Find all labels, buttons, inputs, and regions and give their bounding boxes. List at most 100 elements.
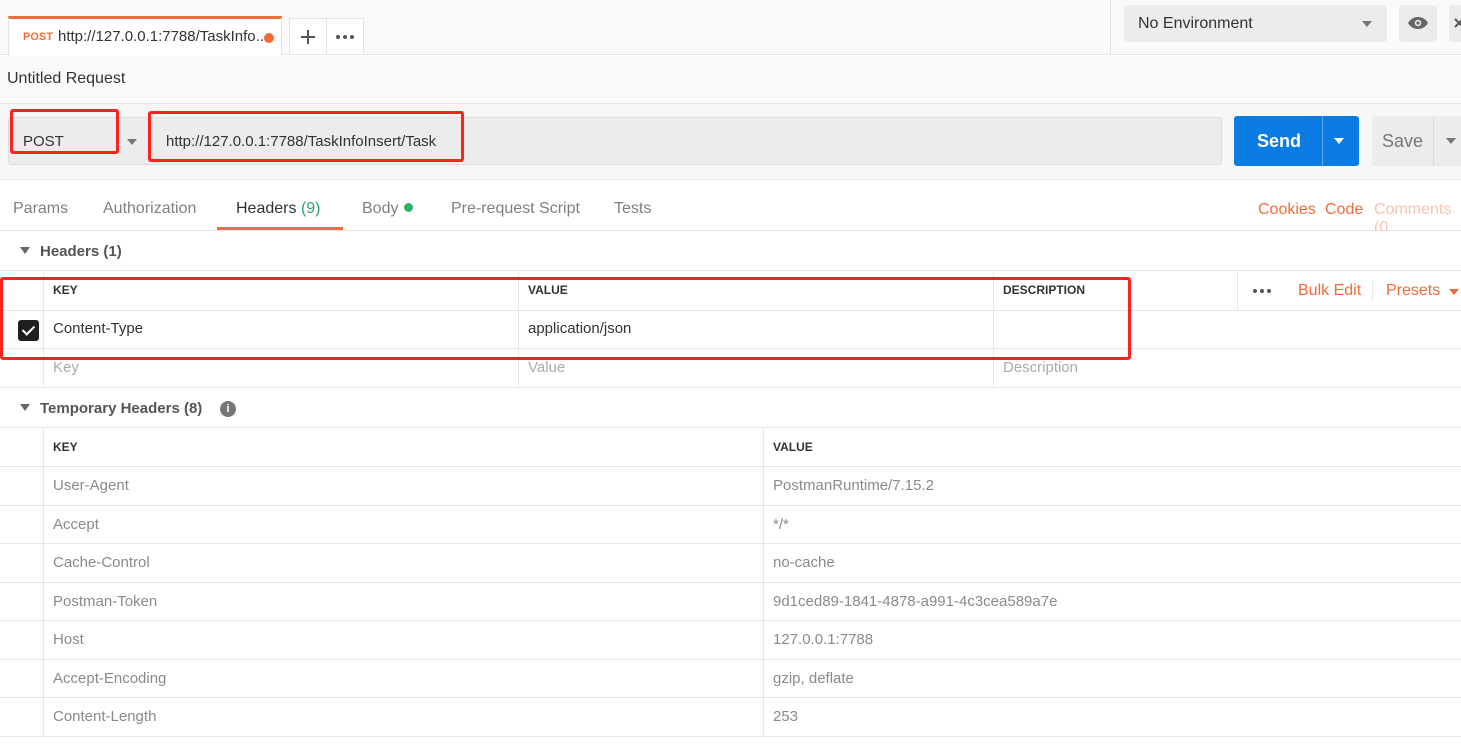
bulk-edit-link[interactable]: Bulk Edit <box>1298 282 1361 300</box>
save-options-chevron-icon[interactable] <box>1446 138 1456 144</box>
save-label: Save <box>1382 131 1424 151</box>
header-actions: Bulk Edit Presets <box>1237 271 1461 310</box>
table-row: Content-Type application/json <box>0 311 1461 349</box>
collapse-caret-icon <box>20 404 30 411</box>
request-tabs: Params Authorization Headers (9) Body Pr… <box>0 180 1461 236</box>
tab-authorization[interactable]: Authorization <box>103 200 196 218</box>
headers-section-title: Headers (1) <box>40 243 122 260</box>
url-value: http://127.0.0.1:7788/TaskInfoInsert/Tas… <box>166 133 437 150</box>
tab-more-button[interactable] <box>326 18 364 54</box>
info-icon[interactable]: i <box>220 401 236 417</box>
eye-icon <box>1408 17 1428 29</box>
header-value-column: VALUE <box>518 271 994 310</box>
table-row: Content-Length 253 <box>0 698 1461 737</box>
tab-body[interactable]: Body <box>362 200 414 218</box>
new-tab-button[interactable] <box>289 18 327 54</box>
send-divider <box>1322 116 1323 166</box>
method-value: POST <box>23 133 64 150</box>
row-value: application/json <box>528 320 632 337</box>
presets-link[interactable]: Presets <box>1386 282 1440 300</box>
plus-icon <box>301 30 315 44</box>
temp-value: */* <box>773 515 789 533</box>
code-link[interactable]: Code <box>1325 201 1363 219</box>
temp-key-column-label: KEY <box>53 440 78 454</box>
temp-value-cell: no-cache <box>763 544 1461 582</box>
description-column-label: DESCRIPTION <box>1003 283 1086 297</box>
temp-key-cell: Cache-Control <box>43 544 764 582</box>
header-key-column: KEY <box>43 271 519 310</box>
ellipsis-icon[interactable] <box>1252 288 1272 294</box>
temp-key-cell: Content-Length <box>43 698 764 736</box>
table-row: User-Agent PostmanRuntime/7.15.2 <box>0 467 1461 506</box>
description-placeholder: Description <box>1003 359 1079 376</box>
temp-headers-column-header: KEY VALUE <box>0 428 1461 467</box>
description-input[interactable]: Description <box>993 349 1461 387</box>
temp-value: 127.0.0.1:7788 <box>773 631 874 648</box>
row-value-cell[interactable]: application/json <box>518 311 994 348</box>
environment-select[interactable]: No Environment <box>1124 5 1387 42</box>
temp-value-column-label: VALUE <box>773 440 813 454</box>
presets-chevron-icon[interactable] <box>1449 289 1459 295</box>
temp-value: no-cache <box>773 554 835 571</box>
tab-url-label: http://127.0.0.1:7788/TaskInfo... <box>58 28 269 45</box>
temp-value-cell: 253 <box>763 698 1461 736</box>
temp-key-cell: Postman-Token <box>43 582 764 620</box>
key-placeholder: Key <box>53 359 79 376</box>
request-tab[interactable]: POST http://127.0.0.1:7788/TaskInfo... <box>8 16 282 55</box>
temp-key-cell: Host <box>43 621 764 659</box>
environment-settings-button[interactable] <box>1449 5 1461 42</box>
table-row: Accept-Encoding gzip, deflate <box>0 659 1461 698</box>
temp-value: gzip, deflate <box>773 669 854 687</box>
temp-key-cell: Accept-Encoding <box>43 659 764 697</box>
headers-section-toggle[interactable]: Headers (1) <box>0 231 1461 271</box>
temp-key: Accept <box>53 515 99 533</box>
table-row: Host 127.0.0.1:7788 <box>0 621 1461 660</box>
send-label: Send <box>1257 131 1302 151</box>
temp-key-cell: Accept <box>43 505 764 543</box>
tab-params[interactable]: Params <box>13 200 68 218</box>
temp-key: Host <box>53 631 84 648</box>
temp-value: 9d1ced89-1841-4878-a991-4c3cea589a7e <box>773 592 1058 610</box>
value-column-label: VALUE <box>528 283 568 297</box>
ellipsis-icon <box>336 35 354 39</box>
row-key: Content-Type <box>53 320 144 337</box>
save-button[interactable]: Save <box>1372 116 1461 166</box>
unsaved-dot-icon <box>264 33 274 43</box>
url-input[interactable]: http://127.0.0.1:7788/TaskInfoInsert/Tas… <box>148 117 1222 165</box>
headers-column-header: KEY VALUE DESCRIPTION Bulk Edit Presets <box>0 271 1461 311</box>
method-select[interactable]: POST <box>8 117 148 165</box>
request-name[interactable]: Untitled Request <box>7 70 125 88</box>
tab-headers[interactable]: Headers (9) <box>236 200 321 218</box>
tab-tests[interactable]: Tests <box>614 200 651 218</box>
body-status-dot-icon <box>404 203 414 212</box>
tab-method-label: POST <box>23 31 53 43</box>
row-enabled-checkbox[interactable] <box>18 320 39 341</box>
value-input[interactable]: Value <box>518 349 994 387</box>
temp-headers-section-toggle[interactable]: Temporary Headers (8) i <box>0 388 1461 428</box>
headers-count-badge: (9) <box>300 200 321 217</box>
environment-selected: No Environment <box>1138 15 1253 32</box>
value-placeholder: Value <box>528 359 566 376</box>
tab-headers-label: Headers <box>236 200 297 217</box>
temp-value-cell: 9d1ced89-1841-4878-a991-4c3cea589a7e <box>763 582 1461 620</box>
temp-key: User-Agent <box>53 477 129 494</box>
collapse-caret-icon <box>20 247 30 254</box>
environment-quick-look-button[interactable] <box>1399 5 1437 42</box>
key-input[interactable]: Key <box>43 349 519 387</box>
key-column-label: KEY <box>53 283 78 297</box>
temp-value: PostmanRuntime/7.15.2 <box>773 477 934 494</box>
temp-key-column: KEY <box>43 428 764 466</box>
temp-headers-section-title: Temporary Headers (8) <box>40 400 203 417</box>
temp-key: Content-Length <box>53 708 157 725</box>
send-options-chevron-icon[interactable] <box>1334 138 1344 144</box>
tab-prerequest-script[interactable]: Pre-request Script <box>451 200 580 218</box>
row-description-cell[interactable] <box>993 311 1461 348</box>
send-button[interactable]: Send <box>1234 116 1359 166</box>
header-description-column: DESCRIPTION <box>993 271 1237 310</box>
tab-body-label: Body <box>362 200 399 217</box>
cookies-link[interactable]: Cookies <box>1258 201 1316 219</box>
temp-key: Cache-Control <box>53 554 150 571</box>
row-key-cell[interactable]: Content-Type <box>43 311 519 348</box>
close-icon <box>1454 18 1461 28</box>
save-divider <box>1433 116 1434 166</box>
